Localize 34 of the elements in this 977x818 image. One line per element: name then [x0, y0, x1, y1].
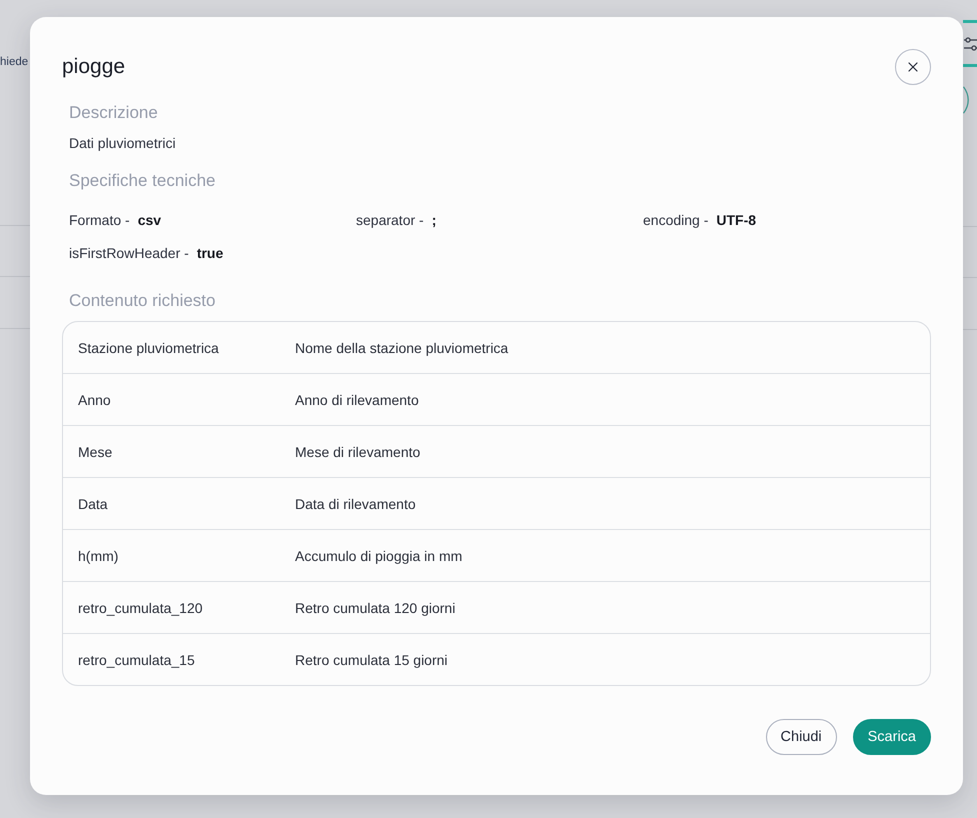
spec-value: UTF-8: [716, 211, 756, 230]
spec-value: ;: [432, 211, 436, 230]
field-description-cell-text: Data di rilevamento: [295, 494, 416, 514]
spec-label: separator -: [356, 211, 424, 230]
field-name-cell-text: Mese: [77, 442, 114, 462]
sliders-button[interactable]: [963, 20, 977, 67]
background-text: hiede: [0, 55, 28, 70]
field-name-cell-text: Stazione pluviometrica: [77, 338, 220, 358]
close-dialog-button[interactable]: Chiudi: [766, 719, 837, 755]
field-name-cell-text: retro_cumulata_15: [77, 650, 196, 670]
spec-label: isFirstRowHeader -: [69, 244, 189, 263]
sliders-icon: [964, 36, 977, 50]
spec-value: true: [196, 244, 224, 263]
field-description-cell-text: Accumulo di pioggia in mm: [295, 546, 462, 566]
field-description-cell-text: Anno di rilevamento: [295, 390, 419, 410]
section-heading: Descrizione: [69, 102, 159, 124]
close-button[interactable]: [895, 49, 931, 85]
section-heading: Contenuto richiesto: [69, 290, 216, 312]
description-text: Dati pluviometrici: [69, 134, 177, 153]
field-description-cell-text: Nome della stazione pluviometrica: [295, 338, 508, 358]
field-name-cell-text: Data: [77, 494, 109, 514]
spec-label: Formato -: [69, 211, 130, 230]
download-button[interactable]: Scarica: [852, 719, 931, 755]
section-heading: Specifiche tecniche: [69, 170, 216, 192]
field-description-cell-text: Mese di rilevamento: [295, 442, 420, 462]
field-name-cell-text: retro_cumulata_120: [77, 598, 204, 618]
field-description-cell-text: Retro cumulata 120 giorni: [295, 598, 456, 618]
field-name-cell-text: Anno: [77, 390, 112, 410]
field-description-cell-text: Retro cumulata 15 giorni: [295, 650, 448, 670]
spec-label: encoding -: [643, 211, 708, 230]
field-name-cell-text: h(mm): [77, 546, 120, 566]
spec-value: csv: [138, 211, 162, 230]
round-button[interactable]: [963, 86, 969, 114]
dialog-title: piogge: [62, 54, 126, 80]
